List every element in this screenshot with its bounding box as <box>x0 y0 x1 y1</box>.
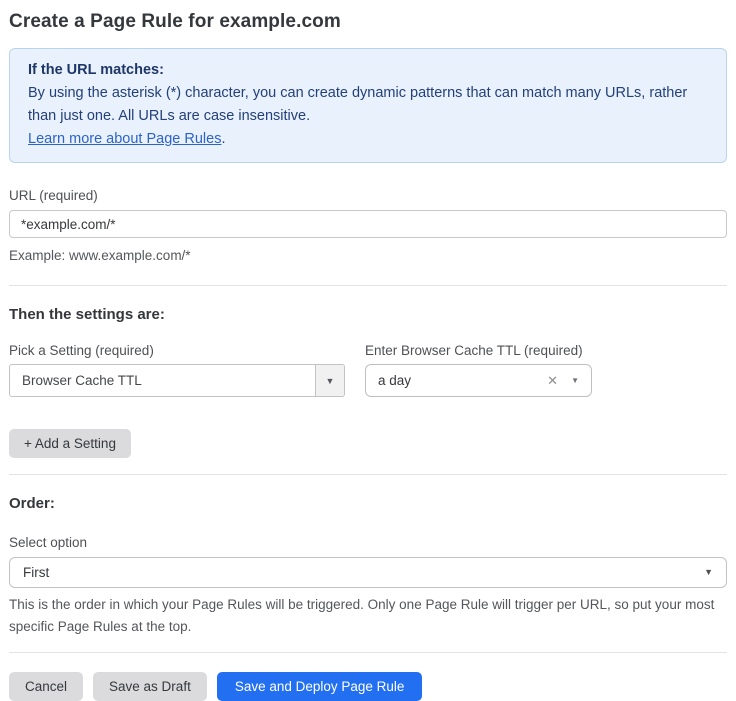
ttl-column: Enter Browser Cache TTL (required) a day… <box>365 323 592 397</box>
ttl-select-icons: ✕ ▼ <box>547 374 579 387</box>
ttl-value: a day <box>378 373 411 388</box>
chevron-down-icon: ▼ <box>315 365 344 396</box>
order-section-heading: Order: <box>9 495 727 512</box>
settings-section-heading: Then the settings are: <box>9 306 727 323</box>
pick-setting-column: Pick a Setting (required) Browser Cache … <box>9 323 345 397</box>
info-box-body: By using the asterisk (*) character, you… <box>28 82 708 128</box>
create-page-rule-form: Create a Page Rule for example.com If th… <box>0 0 736 701</box>
ttl-label: Enter Browser Cache TTL (required) <box>365 343 592 358</box>
cancel-button[interactable]: Cancel <box>9 672 83 701</box>
page-title: Create a Page Rule for example.com <box>9 10 727 33</box>
save-draft-button[interactable]: Save as Draft <box>93 672 207 701</box>
pick-setting-select[interactable]: Browser Cache TTL ▼ <box>9 364 345 397</box>
chevron-down-icon: ▼ <box>704 568 713 577</box>
info-box-link-row: Learn more about Page Rules. <box>28 128 708 151</box>
url-helper-text: Example: www.example.com/* <box>9 245 727 267</box>
divider <box>9 652 727 653</box>
info-box-heading: If the URL matches: <box>28 59 708 82</box>
link-period: . <box>221 131 225 147</box>
clear-icon[interactable]: ✕ <box>547 374 558 387</box>
order-value: First <box>23 565 49 580</box>
divider <box>9 474 727 475</box>
pick-setting-value: Browser Cache TTL <box>22 373 142 388</box>
save-deploy-button[interactable]: Save and Deploy Page Rule <box>217 672 423 701</box>
order-label: Select option <box>9 535 727 550</box>
add-setting-button[interactable]: + Add a Setting <box>9 429 131 458</box>
pick-setting-label: Pick a Setting (required) <box>9 343 345 358</box>
order-helper-text: This is the order in which your Page Rul… <box>9 594 727 638</box>
ttl-select[interactable]: a day ✕ ▼ <box>365 364 592 397</box>
url-input[interactable] <box>9 210 727 238</box>
order-select[interactable]: First ▼ <box>9 557 727 588</box>
settings-row: Pick a Setting (required) Browser Cache … <box>9 323 727 397</box>
footer-actions: Cancel Save as Draft Save and Deploy Pag… <box>9 672 727 701</box>
url-label: URL (required) <box>9 188 727 203</box>
learn-more-link[interactable]: Learn more about Page Rules <box>28 131 221 147</box>
chevron-down-icon: ▼ <box>571 377 579 385</box>
url-match-info-box: If the URL matches: By using the asteris… <box>9 48 727 163</box>
divider <box>9 285 727 286</box>
